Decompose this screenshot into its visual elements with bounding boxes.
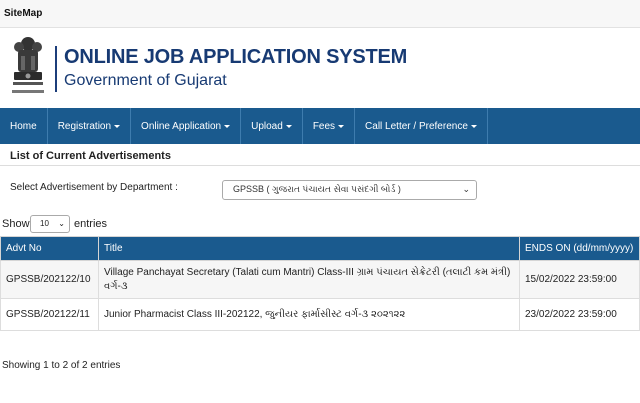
chevron-down-icon: ⌄ [462, 184, 470, 194]
show-label: Show [2, 218, 30, 230]
col-advt-no[interactable]: Advt No [0, 236, 99, 261]
nav-registration[interactable]: Registration [48, 108, 132, 144]
nav-upload[interactable]: Upload [241, 108, 303, 144]
page-length-select[interactable]: 10 ⌄ [30, 215, 70, 233]
chevron-down-icon: ⌄ [58, 219, 65, 228]
table-row[interactable]: GPSSB/202122/11 Junior Pharmacist Class … [0, 298, 640, 331]
nav-upload-label: Upload [251, 120, 283, 132]
department-select-value: GPSSB ( ગુજરાત પંચાયત સેવા પસંદગી બોર્ડ … [233, 184, 401, 194]
site-subtitle: Government of Gujarat [64, 72, 227, 89]
sitemap-link[interactable]: SiteMap [4, 8, 42, 19]
caret-down-icon [224, 124, 231, 128]
cell-title[interactable]: Village Panchayat Secretary (Talati cum … [98, 260, 520, 299]
caret-down-icon [338, 124, 345, 128]
page-length-value: 10 [40, 219, 49, 228]
col-ends-on[interactable]: ENDS ON (dd/mm/yyyy) [519, 236, 640, 261]
col-title[interactable]: Title [98, 236, 520, 261]
cell-advt-no: GPSSB/202122/10 [0, 260, 99, 299]
cell-ends-on: 23/02/2022 23:59:00 [519, 298, 640, 331]
department-select[interactable]: GPSSB ( ગુજરાત પંચાયત સેવા પસંદગી બોર્ડ … [222, 180, 477, 200]
department-filter-label: Select Advertisement by Department : [10, 182, 178, 193]
emblem-icon [12, 37, 44, 93]
page-length-control: Show 10 ⌄ entries [2, 214, 107, 234]
caret-down-icon [285, 124, 292, 128]
table-row[interactable]: GPSSB/202122/10 Village Panchayat Secret… [0, 260, 640, 299]
caret-down-icon [114, 124, 121, 128]
nav-registration-label: Registration [57, 120, 112, 132]
table-info: Showing 1 to 2 of 2 entries [2, 360, 121, 371]
nav-call-letter[interactable]: Call Letter / Preference [355, 108, 488, 144]
entries-label: entries [74, 218, 108, 230]
nav-fees-label: Fees [312, 120, 336, 132]
nav-call-letter-label: Call Letter / Preference [365, 120, 468, 132]
section-title: List of Current Advertisements [0, 144, 640, 166]
advertisements-table: Advt No Title ENDS ON (dd/mm/yyyy) GPSSB… [0, 236, 640, 331]
nav-home-label: Home [10, 120, 37, 132]
top-utility-bar: SiteMap [0, 0, 640, 28]
site-title: ONLINE JOB APPLICATION SYSTEM [64, 46, 408, 68]
nav-home[interactable]: Home [0, 108, 48, 144]
site-header: ONLINE JOB APPLICATION SYSTEM Government… [0, 28, 640, 108]
nav-fees[interactable]: Fees [303, 108, 356, 144]
table-header-row: Advt No Title ENDS ON (dd/mm/yyyy) [0, 236, 640, 261]
main-nav: Home Registration Online Application Upl… [0, 108, 640, 144]
caret-down-icon [470, 124, 477, 128]
header-divider [55, 46, 57, 92]
cell-ends-on: 15/02/2022 23:59:00 [519, 260, 640, 299]
cell-title[interactable]: Junior Pharmacist Class III-202122, જુની… [98, 298, 520, 331]
nav-online-application-label: Online Application [141, 120, 222, 132]
cell-advt-no: GPSSB/202122/11 [0, 298, 99, 331]
nav-online-application[interactable]: Online Application [131, 108, 242, 144]
